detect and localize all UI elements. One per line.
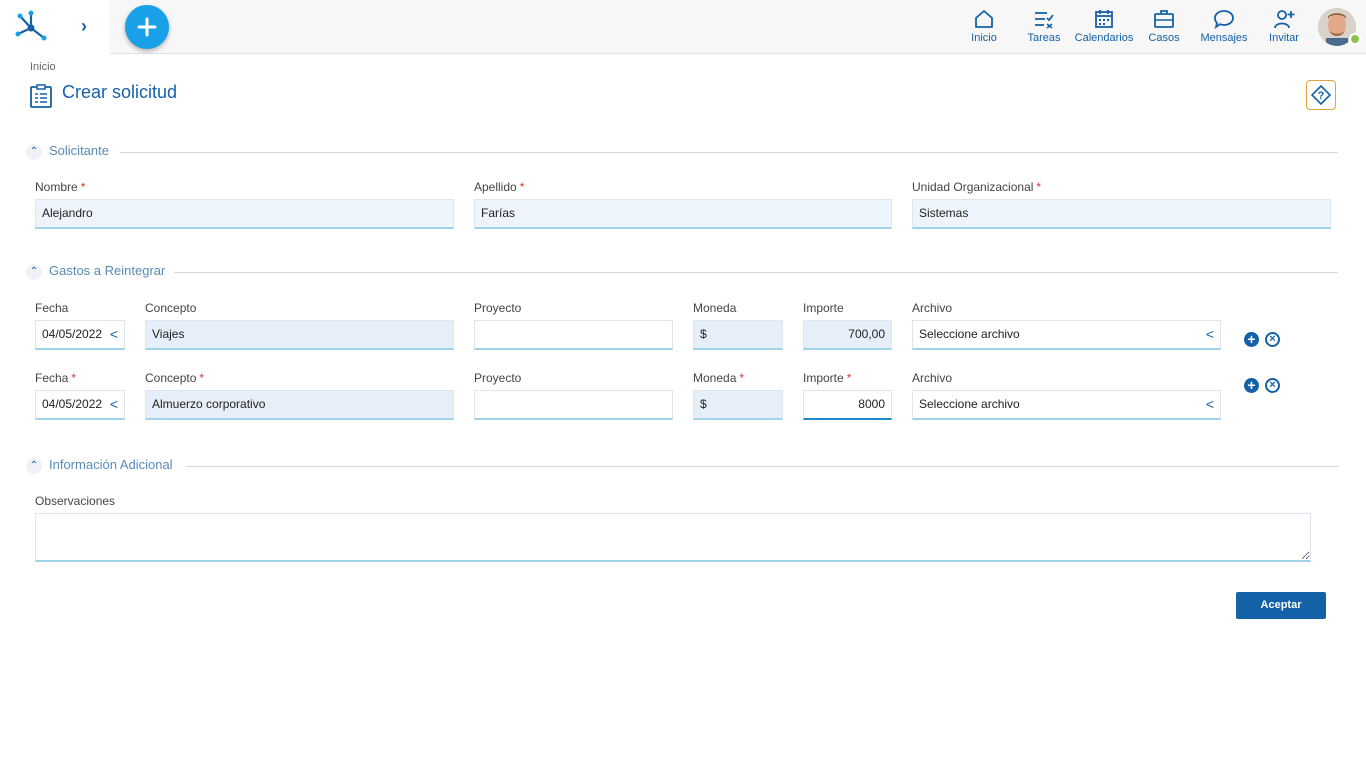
section-title: Información Adicional [49,457,173,472]
logo-icon[interactable] [14,10,48,42]
apellido-field[interactable]: Farías [474,199,892,229]
section-divider [120,152,1338,153]
nav-inicio[interactable]: Inicio [954,8,1014,44]
logo-area: › [0,0,110,54]
observaciones-field[interactable] [35,513,1311,562]
moneda-field[interactable]: $ [693,320,783,350]
plus-icon [137,17,157,37]
chevron-left-icon[interactable]: < [110,321,118,348]
chevron-left-icon[interactable]: < [1206,321,1214,348]
apellido-label: Apellido * [474,180,525,194]
section-informacion-adicional: ⌃ Información Adicional [26,457,1338,475]
remove-row-button[interactable]: × [1265,332,1280,347]
section-title: Gastos a Reintegrar [49,263,166,278]
add-row-button[interactable]: + [1244,332,1259,347]
home-icon [975,10,993,28]
nav-label: Calendarios [1074,32,1134,44]
section-gastos: ⌃ Gastos a Reintegrar [26,263,1338,281]
required-mark: * [80,180,86,194]
chevron-left-icon[interactable]: < [110,391,118,418]
nav-label: Tareas [1027,32,1061,44]
proyecto-label: Proyecto [474,301,522,315]
required-mark: * [1036,180,1042,194]
create-button[interactable] [125,5,169,49]
invite-user-icon [1274,10,1295,29]
fecha-field[interactable]: 04/05/2022 < [35,320,125,350]
breadcrumb[interactable]: Inicio [30,61,56,73]
chat-icon [1214,10,1234,30]
unidad-label: Unidad Organizacional * [912,180,1042,194]
nav-invitar[interactable]: Invitar [1254,8,1314,44]
collapse-icon[interactable]: ⌃ [26,144,42,160]
proyecto-label: Proyecto [474,371,522,385]
fecha-field[interactable]: 04/05/2022 < [35,390,125,420]
tasks-icon [1035,12,1054,29]
required-mark: * [199,371,205,385]
importe-label: Importe [803,301,844,315]
nav-label: Casos [1148,32,1180,44]
required-mark: * [519,180,525,194]
proyecto-field[interactable] [474,390,673,420]
concepto-label: Concepto [145,301,197,315]
nav-tareas[interactable]: Tareas [1014,8,1074,44]
importe-label: Importe * [803,371,852,385]
collapse-icon[interactable]: ⌃ [26,264,42,280]
help-icon: ? [1311,85,1331,105]
nav-label: Inicio [971,32,997,44]
section-solicitante: ⌃ Solicitante [26,143,1338,161]
online-status-dot [1349,33,1361,45]
section-divider [174,272,1338,273]
proyecto-field[interactable] [474,320,673,350]
archivo-field[interactable]: Seleccione archivo < [912,320,1221,350]
svg-text:?: ? [1318,90,1325,102]
fecha-value: 04/05/2022 [42,327,103,341]
archivo-label: Archivo [912,371,953,385]
concepto-label: Concepto * [145,371,205,385]
moneda-label: Moneda * [693,371,745,385]
unidad-field[interactable]: Sistemas [912,199,1331,229]
collapse-icon[interactable]: ⌃ [26,458,42,474]
nombre-label: Nombre * [35,180,86,194]
top-bar: › Inicio Tareas Calendarios Casos Mensaj… [0,0,1366,54]
required-mark: * [71,371,77,385]
nav-label: Invitar [1269,32,1299,44]
required-mark: * [739,371,745,385]
nav-casos[interactable]: Casos [1134,8,1194,44]
nombre-field[interactable]: Alejandro [35,199,454,229]
nav-calendarios[interactable]: Calendarios [1074,8,1134,44]
importe-field[interactable]: 700,00 [803,320,892,350]
archivo-label: Archivo [912,301,953,315]
moneda-label: Moneda [693,301,737,315]
archivo-value: Seleccione archivo [919,397,1020,411]
calendar-icon [1095,10,1113,28]
importe-field[interactable]: 8000 [803,390,892,420]
section-title: Solicitante [49,143,109,158]
fecha-label: Fecha [35,301,69,315]
required-mark: * [846,371,852,385]
concepto-field[interactable]: Viajes [145,320,454,350]
moneda-field[interactable]: $ [693,390,783,420]
help-button[interactable]: ? [1306,80,1336,110]
archivo-value: Seleccione archivo [919,327,1020,341]
nav-label: Mensajes [1200,32,1248,44]
chevron-left-icon[interactable]: < [1206,391,1214,418]
fecha-label: Fecha * [35,371,77,385]
nav-mensajes[interactable]: Mensajes [1194,8,1254,44]
add-row-button[interactable]: + [1244,378,1259,393]
fecha-value: 04/05/2022 [42,397,103,411]
section-divider [186,466,1338,467]
accept-button[interactable]: Aceptar [1236,592,1326,619]
remove-row-button[interactable]: × [1265,378,1280,393]
observaciones-label: Observaciones [35,494,116,508]
page-title: Crear solicitud [62,82,178,102]
briefcase-icon [1154,10,1174,28]
concepto-field[interactable]: Almuerzo corporativo [145,390,454,420]
form-icon [30,84,52,108]
expand-menu-button[interactable]: › [74,16,94,36]
archivo-field[interactable]: Seleccione archivo < [912,390,1221,420]
